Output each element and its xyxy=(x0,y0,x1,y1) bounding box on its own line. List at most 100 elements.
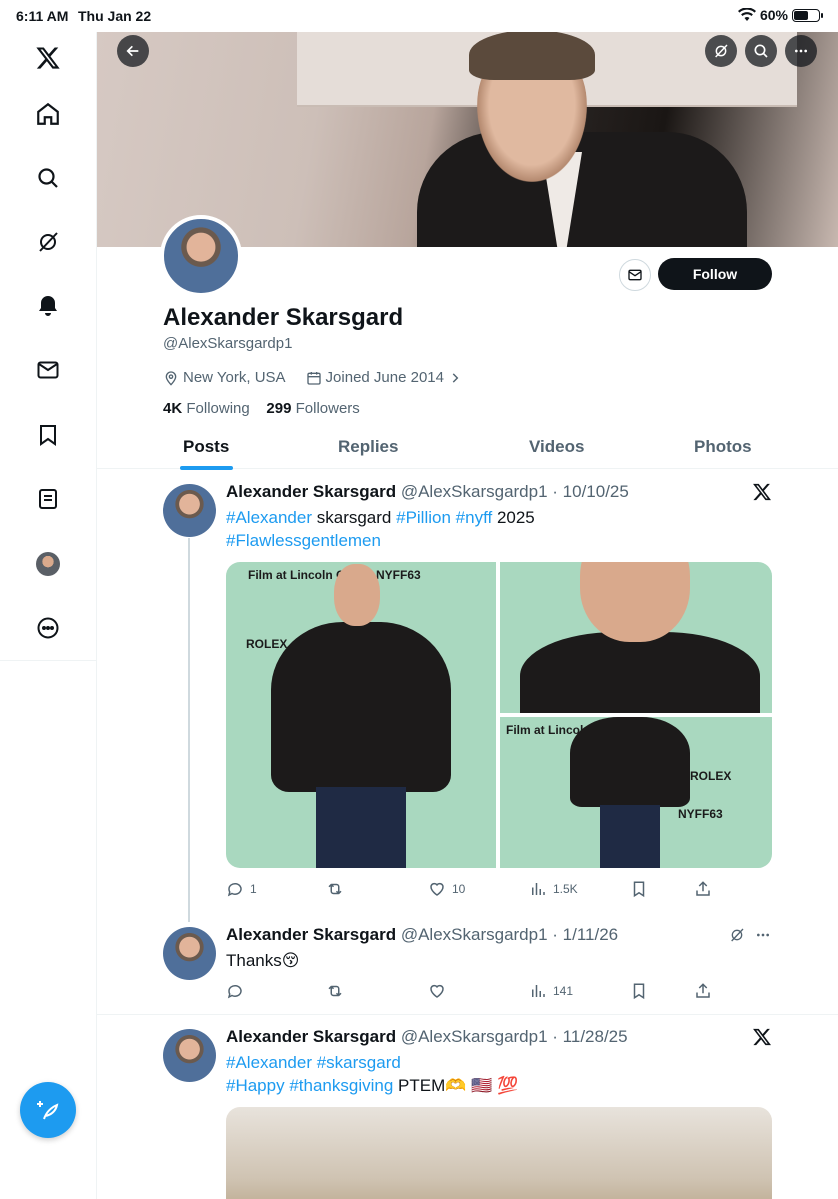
tweet-text: #Alexander #skarsgard #Happy #thanksgivi… xyxy=(226,1051,518,1097)
reply-icon xyxy=(227,984,242,999)
tab-photos[interactable]: Photos xyxy=(694,437,752,457)
media-photo[interactable]: Film at Lincoln Center NYFF63 ROLEX xyxy=(500,717,772,868)
grok-icon[interactable] xyxy=(30,224,66,260)
grok-icon[interactable] xyxy=(729,927,745,943)
repost-icon xyxy=(328,985,342,997)
search-icon[interactable] xyxy=(30,160,66,196)
tweet-date[interactable]: · 11/28/25 xyxy=(552,1027,627,1046)
media-photo[interactable] xyxy=(500,562,772,713)
grok-button[interactable] xyxy=(705,35,737,67)
share-icon xyxy=(696,983,710,998)
home-icon[interactable] xyxy=(30,96,66,132)
grok-icon xyxy=(715,44,728,58)
messages-icon[interactable] xyxy=(30,352,66,388)
repost-button[interactable] xyxy=(326,880,350,898)
reply-count: 1 xyxy=(250,882,257,896)
share-button[interactable] xyxy=(694,982,712,1000)
tweet-text: Thanks😚 xyxy=(226,951,300,970)
like-button[interactable] xyxy=(428,982,452,1000)
tab-videos[interactable]: Videos xyxy=(529,437,584,457)
status-right: 60% xyxy=(737,7,823,23)
hashtags[interactable]: #Alexander #skarsgard xyxy=(226,1053,401,1072)
tweet-actions: 1 10 1.5K xyxy=(226,880,786,900)
message-button[interactable] xyxy=(619,259,651,291)
follow-counts: 4K Following 299 Followers xyxy=(163,400,360,417)
search-button[interactable] xyxy=(745,35,777,67)
x-logo-icon xyxy=(753,1028,771,1046)
active-tab-indicator xyxy=(180,466,233,470)
following-count: 4K xyxy=(163,400,183,417)
repost-icon xyxy=(328,883,342,895)
media-logo-text: ROLEX xyxy=(690,769,732,783)
avatar xyxy=(36,552,60,576)
lists-icon[interactable] xyxy=(30,481,66,517)
hashtag[interactable]: #Pillion xyxy=(396,508,451,527)
profile-meta: New York, USA Joined June 2014 xyxy=(163,369,462,386)
arrow-left-icon xyxy=(126,45,139,57)
bookmarks-icon[interactable] xyxy=(30,417,66,453)
tab-posts[interactable]: Posts xyxy=(183,437,229,457)
notifications-icon[interactable] xyxy=(30,288,66,324)
status-time: 6:11 AM xyxy=(16,8,69,24)
main-column: Follow Alexander Skarsgard @AlexSkarsgar… xyxy=(97,32,838,1199)
hashtag[interactable]: #nyff xyxy=(456,508,493,527)
more-horizontal-icon[interactable] xyxy=(755,927,771,943)
battery-percent: 60% xyxy=(759,7,788,23)
tweet-author-name[interactable]: Alexander Skarsgard xyxy=(226,482,396,501)
like-button[interactable]: 10 xyxy=(428,880,465,898)
follow-button[interactable]: Follow xyxy=(658,258,772,290)
tweet-date[interactable]: · 10/10/25 xyxy=(552,482,629,501)
tweet-author-name[interactable]: Alexander Skarsgard xyxy=(226,925,396,944)
heart-icon xyxy=(430,882,444,896)
tweet-author-handle: @AlexSkarsgardp1 xyxy=(400,1027,548,1046)
bookmark-icon xyxy=(633,881,645,898)
back-button[interactable] xyxy=(117,35,149,67)
heart-icon xyxy=(430,984,444,998)
hashtags[interactable]: #Happy #thanksgiving xyxy=(226,1076,393,1095)
repost-button[interactable] xyxy=(326,982,350,1000)
media-photo[interactable] xyxy=(226,1107,772,1199)
followers-link[interactable]: 299 Followers xyxy=(266,400,359,417)
tweet-avatar[interactable] xyxy=(163,1029,216,1082)
more-button[interactable] xyxy=(785,35,817,67)
wifi-icon xyxy=(737,8,756,21)
compose-button[interactable] xyxy=(20,1082,76,1138)
tweet-author-handle: @AlexSkarsgardp1 xyxy=(400,925,548,944)
chevron-right-icon[interactable] xyxy=(448,371,462,385)
tab-replies[interactable]: Replies xyxy=(338,437,398,457)
bookmark-button[interactable] xyxy=(630,880,648,898)
media-logo-text: NYFF63 xyxy=(376,568,421,582)
profile-nav-item[interactable] xyxy=(30,546,66,582)
following-label: Following xyxy=(186,400,250,417)
views-button[interactable]: 1.5K xyxy=(529,880,578,898)
followers-count: 299 xyxy=(266,400,292,417)
share-icon xyxy=(696,881,710,896)
tweet-date[interactable]: · 1/11/26 xyxy=(552,925,618,944)
tweet-text: #Alexander skarsgard #Pillion #nyff 2025… xyxy=(226,506,535,552)
reply-icon xyxy=(227,882,242,897)
media-photo[interactable]: Film at Lincoln Center NYFF63 ROLEX xyxy=(226,562,496,868)
bookmark-button[interactable] xyxy=(630,982,648,1000)
hashtag[interactable]: #Flawlessgentlemen xyxy=(226,531,381,550)
hashtag[interactable]: #Alexander xyxy=(226,508,312,527)
tweet-text-part: skarsgard xyxy=(312,508,397,527)
views-button[interactable]: 141 xyxy=(529,982,573,1000)
tweet-author-name[interactable]: Alexander Skarsgard xyxy=(226,1027,396,1046)
tweet-header: Alexander Skarsgard @AlexSkarsgardp1 · 1… xyxy=(226,482,629,502)
tweet-media-grid[interactable]: Film at Lincoln Center NYFF63 ROLEX Film… xyxy=(226,562,772,868)
reply-button[interactable] xyxy=(226,982,250,1000)
more-icon[interactable] xyxy=(30,610,66,646)
share-button[interactable] xyxy=(694,880,712,898)
media-logo-text: ROLEX xyxy=(246,637,288,651)
following-link[interactable]: 4K Following xyxy=(163,400,250,417)
status-date: Thu Jan 22 xyxy=(78,8,152,24)
reply-button[interactable]: 1 xyxy=(226,880,257,898)
tweet-avatar[interactable] xyxy=(163,484,216,537)
views-icon xyxy=(532,883,545,895)
profile-name: Alexander Skarsgard xyxy=(163,304,404,331)
tweet-header: Alexander Skarsgard @AlexSkarsgardp1 · 1… xyxy=(226,925,618,945)
x-logo-icon[interactable] xyxy=(30,40,66,76)
profile-avatar[interactable] xyxy=(160,215,242,297)
tweet-avatar[interactable] xyxy=(163,927,216,980)
thread-line xyxy=(188,538,190,922)
